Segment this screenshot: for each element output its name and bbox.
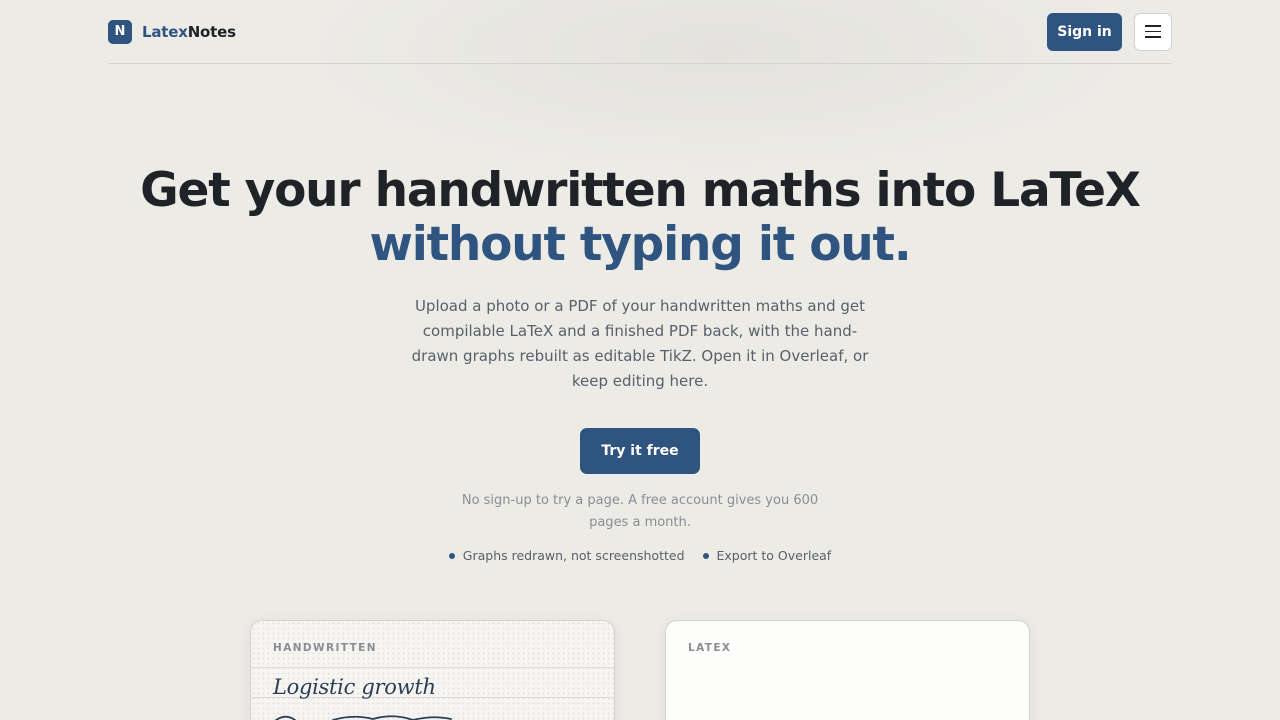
- top-navigation-bar: N LatexNotes Sign in: [108, 0, 1172, 64]
- feature-label: Graphs redrawn, not screenshotted: [462, 548, 685, 563]
- feature-item: Export to Overleaf: [702, 548, 832, 563]
- menu-line: [1145, 36, 1161, 38]
- menu-line: [1145, 30, 1161, 33]
- try-it-free-button[interactable]: Try it free: [580, 428, 700, 474]
- handwritten-panel: HANDWRITTEN Logistic growth: [250, 620, 615, 720]
- ruled-line: [251, 667, 614, 668]
- bullet-dot-icon: [702, 552, 709, 559]
- menu-line: [1145, 25, 1161, 27]
- sign-in-button[interactable]: Sign in: [1047, 12, 1122, 51]
- bullet-dot-icon: [448, 552, 455, 559]
- brand-name: LatexNotes: [142, 23, 236, 41]
- hamburger-menu-icon[interactable]: [1134, 12, 1172, 51]
- handwriting-scribble: [274, 715, 452, 720]
- brand-logo[interactable]: N LatexNotes: [108, 19, 236, 44]
- feature-label: Export to Overleaf: [716, 548, 832, 563]
- hero-title: Get your handwritten maths into LaTeX wi…: [0, 164, 1280, 272]
- handwritten-panel-label: HANDWRITTEN: [273, 642, 377, 654]
- latex-panel: LATEX: [665, 620, 1030, 720]
- hero-subtitle: Upload a photo or a PDF of your handwrit…: [411, 297, 869, 390]
- brand-mark-icon: N: [108, 19, 132, 44]
- feature-item: Graphs redrawn, not screenshotted: [448, 548, 685, 563]
- brand-name-part2: Notes: [187, 22, 236, 41]
- hero-title-line2: without typing it out.: [369, 217, 912, 272]
- cta-note: No sign-up to try a page. A free account…: [461, 493, 819, 530]
- brand-name-part1: Latex: [142, 22, 188, 41]
- top-actions: Sign in: [1047, 12, 1172, 51]
- latex-panel-label: LATEX: [688, 642, 732, 654]
- handwritten-heading: Logistic growth: [273, 675, 436, 699]
- hero-section: Get your handwritten maths into LaTeX wi…: [0, 164, 1280, 564]
- hero-title-line1: Get your handwritten maths into LaTeX: [140, 163, 1141, 218]
- feature-list: Graphs redrawn, not screenshotted Export…: [0, 548, 1280, 563]
